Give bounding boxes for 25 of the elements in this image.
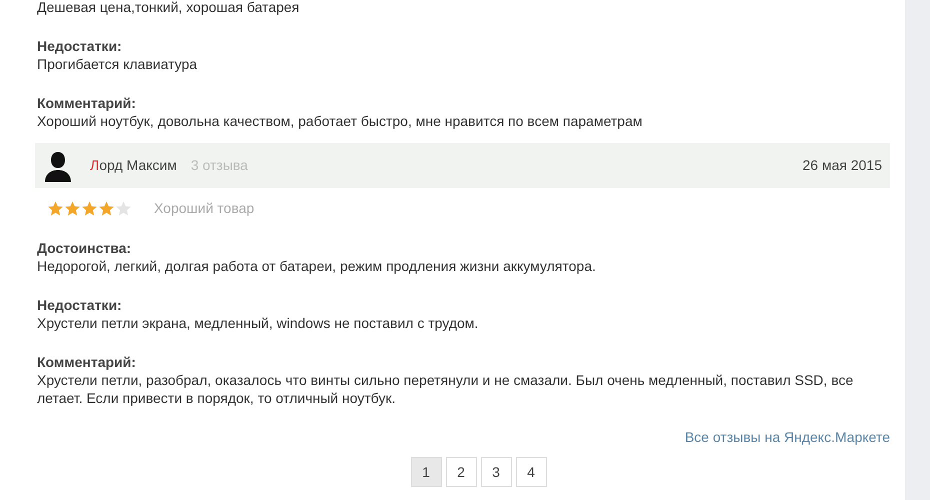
verdict-text: Хороший товар (154, 199, 254, 218)
page-button[interactable]: 4 (516, 457, 546, 487)
section-heading: Комментарий: (37, 94, 137, 112)
page-button[interactable]: 1 (410, 457, 442, 487)
section-heading: Недостатки: (37, 296, 123, 314)
star-icon (47, 200, 64, 217)
person-silhouette-icon (43, 150, 73, 182)
author-name[interactable]: Лорд Максим (90, 155, 177, 176)
section-heading: Комментарий: (37, 353, 137, 371)
section-heading: Недостатки: (37, 37, 123, 55)
section-text: Хрустели петли, разобрал, оказалось что винты сильно перетянули и не смазали. Был очень медленный, поставил SSD, все летает. Если привести в порядок, то отличный ноутбук. (37, 371, 854, 407)
star-icon (98, 200, 115, 217)
section-text: Хороший ноутбук, довольна качеством, работает быстро, мне нравится по всем параметрам (37, 112, 644, 130)
all-reviews-link[interactable]: Все отзывы на Яндекс.Маркете (684, 427, 890, 448)
section-text: Недорогой, легкий, долгая работа от батареи, режим продления жизни аккумулятора. (37, 257, 597, 275)
section-heading: Достоинства: (37, 239, 132, 257)
section-text: Хрустели петли экрана, медленный, windows не поставил с трудом. (37, 314, 480, 332)
review-date: 26 мая 2015 (802, 156, 882, 175)
star-icon (64, 200, 81, 217)
section-text: Дешевая цена,тонкий, хорошая батарея (37, 0, 300, 16)
star-icon (81, 200, 98, 217)
star-icon (115, 200, 132, 217)
section-text: Прогибается клавиатура (37, 55, 198, 73)
page-button[interactable]: 3 (480, 457, 512, 487)
page-button[interactable]: 2 (446, 457, 476, 487)
